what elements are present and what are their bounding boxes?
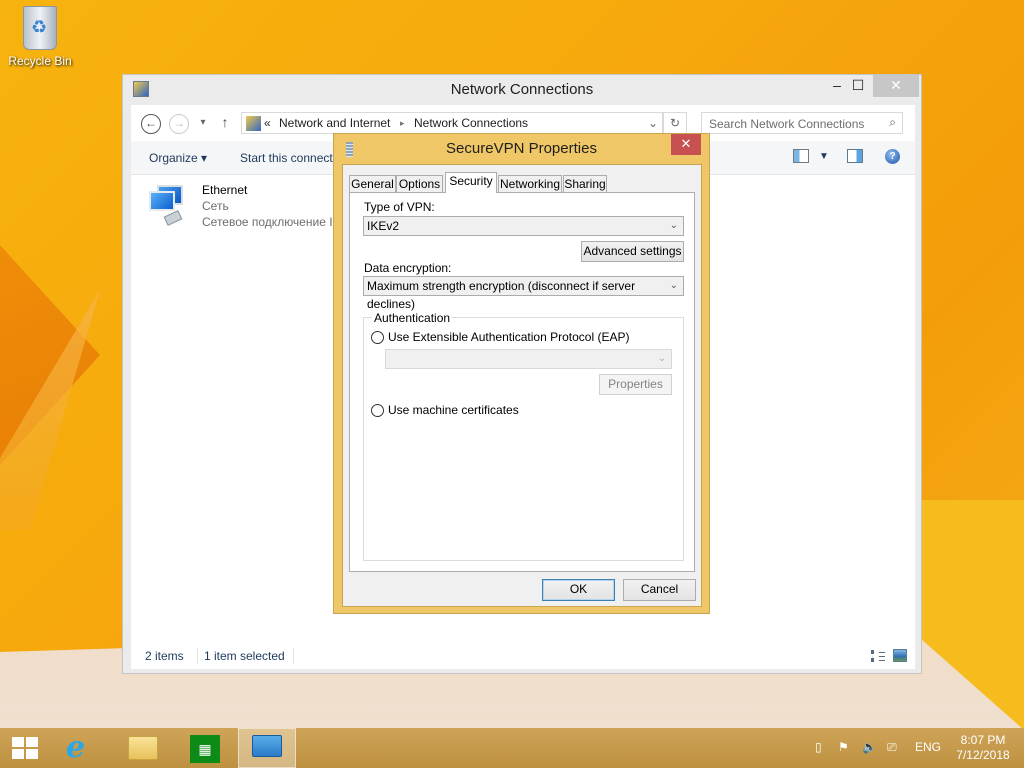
dialog-title: SecureVPN Properties	[446, 140, 597, 157]
list-item-ethernet[interactable]: Ethernet Сеть Сетевое подключение Intel(…	[145, 181, 345, 233]
change-view-icon[interactable]	[793, 149, 809, 163]
file-explorer-icon	[128, 736, 158, 760]
type-of-vpn-label: Type of VPN:	[364, 200, 435, 214]
address-dropdown-icon[interactable]: ⌄	[648, 116, 658, 130]
desktop-icon-recycle-bin[interactable]: Recycle Bin	[4, 6, 76, 68]
up-button[interactable]: ↑	[215, 114, 235, 134]
chevron-down-icon: ⌄	[657, 353, 666, 364]
search-input[interactable]: Search Network Connections	[709, 117, 864, 131]
chevron-down-icon: ⌄	[669, 220, 678, 231]
machine-certificates-radio[interactable]	[371, 404, 384, 417]
data-encryption-value: Maximum strength encryption (disconnect …	[367, 279, 636, 311]
taskbar: e ▦ ▯ ⚑ 🔈 ⎚ ENG 8:07 PM 7/12/2018	[0, 728, 1024, 768]
taskbar-control-panel[interactable]	[238, 728, 296, 768]
authentication-label: Authentication	[372, 311, 453, 325]
eap-radio[interactable]	[371, 331, 384, 344]
forward-button[interactable]: →	[169, 114, 189, 134]
search-box[interactable]: Search Network Connections ⌕	[701, 112, 903, 134]
chevron-down-icon: ⌄	[669, 280, 678, 291]
eap-properties-button[interactable]: Properties	[599, 374, 672, 395]
recent-locations-button[interactable]: ▾	[193, 114, 213, 134]
item-count: 2 items	[145, 649, 184, 663]
control-panel-icon	[252, 735, 282, 757]
network-folder-icon	[246, 116, 261, 131]
refresh-button[interactable]: ↻	[663, 112, 687, 134]
eap-radio-label[interactable]: Use Extensible Authentication Protocol (…	[388, 330, 629, 344]
item-name: Ethernet	[202, 183, 248, 197]
window-title: Network Connections	[450, 81, 594, 98]
maximize-button[interactable]: ☐	[841, 75, 875, 97]
windows-logo-icon	[12, 737, 38, 759]
organize-button[interactable]: Organize ▾	[149, 151, 207, 165]
power-icon[interactable]: ▯	[815, 740, 822, 754]
taskbar-store[interactable]: ▦	[176, 728, 234, 768]
internet-explorer-icon: e	[66, 730, 86, 765]
eap-method-select[interactable]: ⌄	[385, 349, 672, 369]
action-center-flag-icon[interactable]: ⚑	[838, 740, 849, 754]
data-encryption-select[interactable]: Maximum strength encryption (disconnect …	[363, 276, 684, 311]
tab-security[interactable]: Security	[445, 172, 497, 193]
volume-icon[interactable]: 🔈	[862, 740, 877, 754]
item-adapter: Сетевое подключение Intel(R)	[202, 215, 340, 229]
data-encryption-label: Data encryption:	[364, 261, 452, 275]
help-icon[interactable]: ?	[885, 149, 900, 164]
breadcrumb-overflow[interactable]: «	[264, 116, 271, 130]
clock-date: 7/12/2018	[956, 748, 1010, 762]
securevpn-properties-dialog: SecureVPN Properties ✕ General Options S…	[333, 133, 710, 614]
machine-certificates-label[interactable]: Use machine certificates	[388, 403, 519, 417]
cancel-button[interactable]: Cancel	[623, 579, 696, 601]
details-view-icon[interactable]	[871, 650, 885, 662]
taskbar-internet-explorer[interactable]: e	[52, 728, 110, 768]
ethernet-adapter-icon	[149, 185, 185, 227]
taskbar-file-explorer[interactable]	[114, 728, 172, 768]
large-icons-view-icon[interactable]	[893, 649, 907, 662]
back-button[interactable]: ←	[141, 114, 161, 134]
start-connection-button[interactable]: Start this connection	[240, 151, 334, 165]
type-of-vpn-value: IKEv2	[367, 219, 400, 233]
dialog-close-button[interactable]: ✕	[671, 134, 701, 155]
breadcrumb-network-and-internet[interactable]: Network and Internet	[279, 116, 390, 130]
item-network: Сеть	[202, 199, 229, 213]
selected-count: 1 item selected	[204, 649, 285, 663]
desktop-icon-label: Recycle Bin	[8, 54, 72, 68]
view-options-dropdown-icon[interactable]: ▼	[819, 151, 829, 162]
recycle-bin-icon	[23, 6, 57, 50]
ok-button[interactable]: OK	[542, 579, 615, 601]
breadcrumb-network-connections[interactable]: Network Connections	[414, 116, 528, 130]
search-icon[interactable]: ⌕	[889, 115, 896, 130]
preview-pane-icon[interactable]	[847, 149, 863, 163]
network-icon[interactable]: ⎚	[887, 740, 897, 755]
authentication-group: Authentication Use Extensible Authentica…	[363, 311, 684, 561]
close-button[interactable]: ✕	[873, 75, 919, 97]
dialog-body: General Options Security Networking Shar…	[342, 164, 702, 607]
advanced-settings-button[interactable]: Advanced settings	[581, 241, 684, 262]
address-bar[interactable]: « Network and Internet ▸ Network Connect…	[241, 112, 663, 134]
start-button[interactable]	[0, 728, 58, 768]
status-bar: 2 items 1 item selected	[131, 645, 915, 669]
security-tab-page: Type of VPN: IKEv2 ⌄ Advanced settings D…	[349, 192, 695, 572]
store-icon: ▦	[190, 735, 220, 763]
type-of-vpn-select[interactable]: IKEv2 ⌄	[363, 216, 684, 236]
clock-time: 8:07 PM	[960, 733, 1006, 747]
breadcrumb-separator-icon[interactable]: ▸	[400, 118, 405, 129]
language-indicator[interactable]: ENG	[915, 740, 941, 754]
clock[interactable]: 8:07 PM 7/12/2018	[950, 733, 1016, 763]
